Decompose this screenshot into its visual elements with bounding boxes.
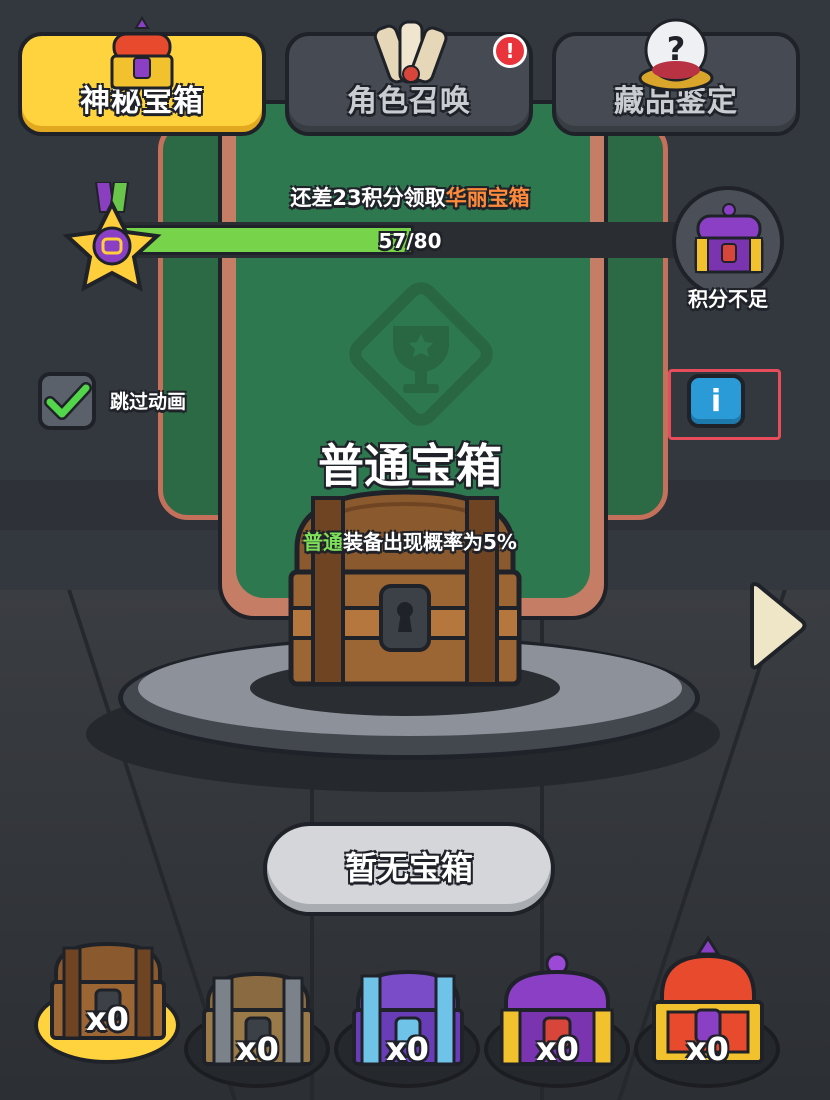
tab-mystery-chest[interactable]: 神秘宝箱 [18,16,266,136]
trophy-emblem-icon [349,282,493,426]
mystery-orb-icon: ? [638,18,714,92]
tab-collection-appraisal[interactable]: ? 藏品鉴定 [552,18,800,136]
progress-hint-prefix: 还差23积分领取 [290,186,446,210]
open-chest-label: 暂无宝箱 [344,849,473,887]
reward-chest-button[interactable] [672,186,784,298]
chest-drop-rate: 普通装备出现概率为5% [210,526,610,555]
inventory-count: x0 [536,1030,579,1068]
medal-star-icon [62,182,162,292]
royal-chest-icon [110,16,174,90]
notification-badge: ! [493,34,527,68]
skip-animation-label: 跳过动画 [110,391,187,413]
chest-name: 普通宝箱 [318,439,502,493]
wooden-chest-icon [288,489,522,687]
skip-animation-checkbox[interactable] [38,372,96,430]
question-glyph: ? [667,30,686,68]
inventory-count: x0 [686,1030,729,1068]
info-button[interactable]: i [687,374,745,428]
next-arrow-icon[interactable] [744,580,808,672]
reward-status: 积分不足 [688,287,768,311]
rarity-label: 普通 [303,530,344,554]
info-icon: i [710,383,722,419]
purple-gold-chest-icon [694,203,764,274]
inventory-count: x0 [86,1000,129,1038]
progress-hint: 还差23积分领取华丽宝箱 [230,182,590,212]
checkmark-icon [44,382,92,420]
inventory-count: x0 [386,1030,429,1068]
tab-character-summon[interactable]: ! 角色召唤 [285,20,533,136]
reward-name: 华丽宝箱 [445,186,530,210]
scroll-icon [373,20,448,84]
open-chest-button[interactable]: 暂无宝箱 [263,822,555,916]
rate-text: 装备出现概率为5% [343,530,517,554]
inventory-count: x0 [236,1030,279,1068]
progress-value: 57/80 [378,229,442,253]
